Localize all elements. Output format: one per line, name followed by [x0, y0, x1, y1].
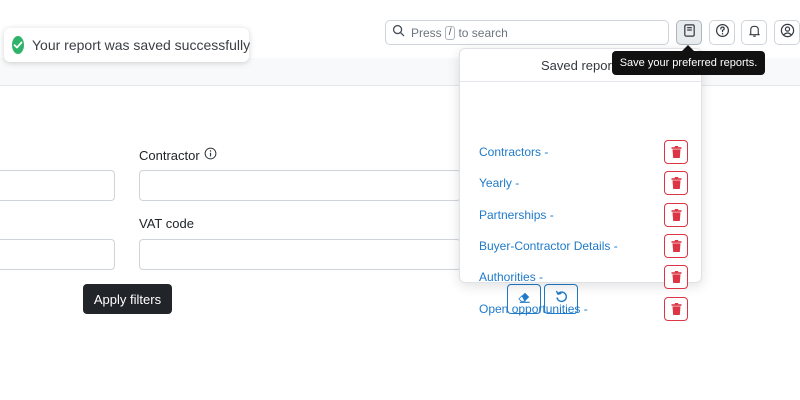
contractor-label: Contractor [139, 147, 217, 163]
delete-report-button[interactable] [664, 140, 688, 164]
trash-icon [671, 271, 681, 283]
check-circle-icon [12, 36, 24, 54]
trash-icon [671, 209, 681, 221]
filter-input-left-1[interactable] [0, 170, 115, 201]
search-icon [392, 24, 411, 42]
report-link-partnerships[interactable]: Partnerships - [479, 208, 554, 222]
filter-input-left-2[interactable] [0, 239, 115, 270]
search-suffix: to search [458, 25, 508, 40]
search-input[interactable]: Press / to search [385, 20, 669, 45]
vat-code-label: VAT code [139, 216, 194, 231]
notifications-button[interactable] [741, 20, 767, 45]
delete-report-button[interactable] [664, 234, 688, 258]
report-link-contractors[interactable]: Contractors - [479, 145, 548, 159]
delete-report-button[interactable] [664, 203, 688, 227]
report-link-buyer-contractor[interactable]: Buyer-Contractor Details - [479, 239, 618, 253]
trash-icon [671, 177, 681, 189]
saved-reports-dropdown: Saved reports Contractors - Yearly - Par… [459, 48, 703, 321]
report-link-authorities[interactable]: Authorities - [479, 270, 543, 284]
vat-code-input[interactable] [139, 239, 461, 270]
trash-icon [671, 303, 681, 315]
list-item: Partnerships - [460, 200, 703, 232]
help-icon [715, 23, 730, 43]
contractor-input[interactable] [139, 170, 461, 201]
report-link-open-opportunities[interactable]: Open opportunities - [479, 302, 588, 316]
user-profile-button[interactable] [774, 20, 800, 45]
info-icon[interactable] [204, 147, 217, 163]
trash-icon [671, 146, 681, 158]
bell-icon [747, 23, 762, 43]
search-prefix: Press [411, 25, 442, 40]
help-button[interactable] [709, 20, 735, 45]
list-item: Authorities - [460, 262, 703, 294]
report-link-yearly[interactable]: Yearly - [479, 176, 519, 190]
user-avatar-icon [780, 23, 795, 43]
save-reports-tooltip: Save your preferred reports. [612, 51, 765, 75]
save-icon [682, 23, 697, 43]
list-item: Open opportunities - [460, 294, 703, 326]
trash-icon [671, 240, 681, 252]
apply-filters-tooltip: Apply filters [83, 284, 172, 314]
search-shortcut-key: / [444, 25, 456, 40]
delete-report-button[interactable] [664, 297, 688, 321]
toast-message: Your report was saved successfully [32, 37, 251, 53]
delete-report-button[interactable] [664, 265, 688, 289]
delete-report-button[interactable] [664, 171, 688, 195]
list-item: Yearly - [460, 168, 703, 200]
contractor-label-text: Contractor [139, 147, 200, 163]
saved-reports-button[interactable] [676, 20, 702, 45]
list-item: Contractors - [460, 137, 703, 169]
search-placeholder: Press / to search [411, 25, 508, 40]
success-toast: Your report was saved successfully [4, 28, 251, 62]
list-item: Buyer-Contractor Details - [460, 231, 703, 263]
